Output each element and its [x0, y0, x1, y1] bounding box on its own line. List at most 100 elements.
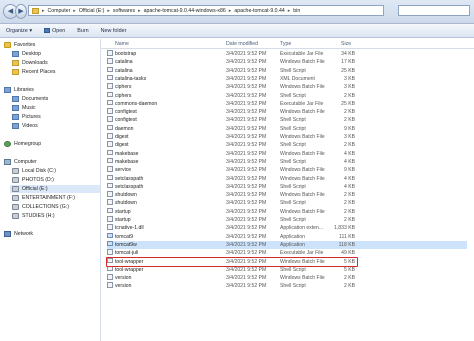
file-name: makebase [115, 158, 139, 165]
new-folder-button[interactable]: New folder [101, 28, 127, 34]
navigation-pane: Favorites Desktop Downloads Recent Place… [0, 39, 101, 341]
file-row[interactable]: setclasspath 3/4/2021 9:52 PM Shell Script… [107, 182, 467, 191]
file-size: 4 KB [343, 150, 355, 157]
file-row[interactable]: digest 3/4/2021 9:52 PM Shell Script 2 KB [107, 141, 467, 149]
file-row[interactable]: catalina-tasks 3/4/2021 9:52 PM XML Docume… [107, 74, 467, 83]
file-size: 3 KB [343, 84, 355, 91]
file-name: service [115, 167, 132, 174]
nav-videos-label: Videos [22, 123, 38, 129]
file-icon [107, 199, 113, 205]
nav-drive-g[interactable]: COLLECTIONS (G:) [12, 204, 69, 210]
file-row[interactable]: configtest 3/4/2021 9:52 PM Shell Script 2 … [107, 116, 467, 124]
file-row[interactable]: tool-wrapper 3/4/2021 9:52 PM Shell Script… [107, 265, 467, 274]
file-size: 25 KB [341, 67, 355, 74]
nav-computer[interactable]: Computer [4, 159, 37, 165]
file-row[interactable]: version 3/4/2021 9:52 PM Shell Script 2 KB [107, 282, 467, 290]
nav-drive-c[interactable]: Local Disk (C:) [12, 168, 56, 174]
file-icon [107, 174, 113, 180]
file-row[interactable]: startup 3/4/2021 9:52 PM Windows Batch Fil… [107, 207, 467, 216]
column-date-modified[interactable]: Date modified [226, 41, 258, 47]
nav-network[interactable]: Network [4, 231, 33, 237]
file-row[interactable]: catalina 3/4/2021 9:52 PM Shell Script 25 K… [107, 66, 467, 75]
file-row[interactable]: tomcat9w 3/4/2021 9:52 PM Application 118 K… [107, 240, 467, 250]
nav-videos[interactable]: Videos [12, 123, 38, 129]
file-size: 25 KB [341, 100, 355, 107]
file-row[interactable]: shutdown 3/4/2021 9:52 PM Shell Script 2 KB [107, 199, 467, 207]
file-size: 4 KB [343, 183, 355, 190]
nav-drive-h[interactable]: STUDIES (H:) [12, 213, 55, 219]
drive-icon [12, 213, 19, 219]
file-row[interactable]: startup 3/4/2021 9:52 PM Shell Script 2 KB [107, 216, 467, 224]
app-icon [107, 240, 113, 247]
file-date-modified: 3/4/2021 9:52 PM [226, 275, 267, 282]
file-name: makebase [115, 150, 139, 157]
file-row[interactable]: shutdown 3/4/2021 9:52 PM Windows Batch Fi… [107, 191, 467, 199]
nav-drive-f[interactable]: ENTERTAINMENT (F:) [12, 195, 75, 201]
nav-documents[interactable]: Documents [12, 96, 48, 102]
open-button[interactable]: Open [44, 28, 65, 34]
nav-recent-places[interactable]: Recent Places [12, 69, 55, 75]
file-icon [107, 157, 113, 164]
file-row[interactable]: ciphers 3/4/2021 9:52 PM Shell Script 2 KB [107, 91, 467, 100]
breadcrumb-tomcat[interactable]: apache-tomcat-9.0.44 [234, 8, 284, 14]
burn-button[interactable]: Burn [77, 28, 88, 34]
forward-button[interactable]: ▶ [15, 4, 27, 19]
file-name: tomcat9 [115, 233, 134, 240]
file-row[interactable]: ciphers 3/4/2021 9:52 PM Windows Batch Fil… [107, 83, 467, 91]
nav-favorites[interactable]: Favorites [4, 42, 35, 48]
file-size: 9 KB [343, 167, 355, 174]
file-row[interactable]: catalina 3/4/2021 9:52 PM Windows Batch Fi… [107, 58, 467, 66]
file-row[interactable]: setclasspath 3/4/2021 9:52 PM Windows Batc… [107, 174, 467, 183]
column-name[interactable]: Name [115, 41, 129, 47]
nav-desktop[interactable]: Desktop [12, 51, 41, 57]
file-row[interactable]: makebase 3/4/2021 9:52 PM Windows Batch Fi… [107, 149, 467, 158]
nav-computer-label: Computer [14, 159, 37, 165]
breadcrumb-official-e[interactable]: Official (E:) [79, 8, 105, 14]
breadcrumb-softwares[interactable]: softwares [113, 8, 135, 14]
nav-drive-d[interactable]: PHOTOS (D:) [12, 177, 54, 183]
breadcrumb-bin[interactable]: bin [293, 8, 300, 14]
documents-icon [12, 96, 19, 102]
file-row[interactable]: tcnative-1.dll 3/4/2021 9:52 PM Applicatio… [107, 224, 467, 232]
file-name: tcnative-1.dll [115, 225, 144, 232]
file-row[interactable]: digest 3/4/2021 9:52 PM Windows Batch File… [107, 133, 467, 141]
organize-button[interactable]: Organize ▾ [6, 28, 32, 34]
search-input[interactable] [398, 5, 470, 16]
file-name: catalina [115, 67, 133, 74]
file-row[interactable]: commons-daemon 3/4/2021 9:52 PM Executable… [107, 99, 467, 108]
file-row[interactable]: service 3/4/2021 9:52 PM Windows Batch Fil… [107, 166, 467, 174]
nav-drive-e[interactable]: Official (E:) [10, 185, 100, 193]
file-name: startup [115, 217, 131, 223]
file-row[interactable]: tomcat9 3/4/2021 9:52 PM Application 111 KB [107, 232, 467, 241]
column-type[interactable]: Type [280, 41, 291, 47]
file-date-modified: 3/4/2021 9:52 PM [226, 75, 267, 82]
file-row[interactable]: bootstrap 3/4/2021 9:52 PM Executable Jar … [107, 50, 467, 58]
file-type: Windows Batch File [280, 150, 325, 157]
chevron-right-icon: ▸ [228, 7, 232, 14]
file-size: 3 KB [343, 134, 355, 140]
file-row[interactable]: configtest 3/4/2021 9:52 PM Windows Batch … [107, 108, 467, 116]
nav-downloads[interactable]: Downloads [12, 60, 48, 66]
downloads-icon [12, 60, 19, 66]
file-type: Shell Script [280, 200, 306, 207]
nav-drive-g-label: COLLECTIONS (G:) [22, 204, 69, 210]
file-row[interactable]: daemon 3/4/2021 9:52 PM Shell Script 9 KB [107, 124, 467, 133]
nav-pictures[interactable]: Pictures [12, 114, 41, 120]
nav-music[interactable]: Music [12, 105, 36, 111]
computer-icon [4, 159, 11, 165]
column-size[interactable]: Size [341, 41, 351, 47]
breadcrumb-tomcat-windows[interactable]: apache-tomcat-9.0.44-windows-x86 [144, 8, 226, 14]
file-date-modified: 3/4/2021 9:52 PM [226, 109, 267, 116]
pictures-icon [12, 114, 19, 120]
address-bar[interactable]: ▸ Computer ▸ Official (E:) ▸ softwares ▸… [28, 5, 384, 16]
file-row[interactable]: makebase 3/4/2021 9:52 PM Shell Script 4 KB [107, 157, 467, 166]
file-name: configtest [115, 117, 137, 124]
file-date-modified: 3/4/2021 9:52 PM [226, 125, 267, 132]
nav-homegroup[interactable]: Homegroup [4, 141, 41, 147]
new-folder-label: New folder [100, 27, 127, 34]
file-icon [107, 207, 113, 214]
file-row[interactable]: version 3/4/2021 9:52 PM Windows Batch Fil… [107, 274, 467, 282]
breadcrumb-computer[interactable]: Computer [48, 8, 71, 14]
nav-libraries[interactable]: Libraries [4, 87, 34, 93]
file-name: shutdown [115, 192, 137, 199]
